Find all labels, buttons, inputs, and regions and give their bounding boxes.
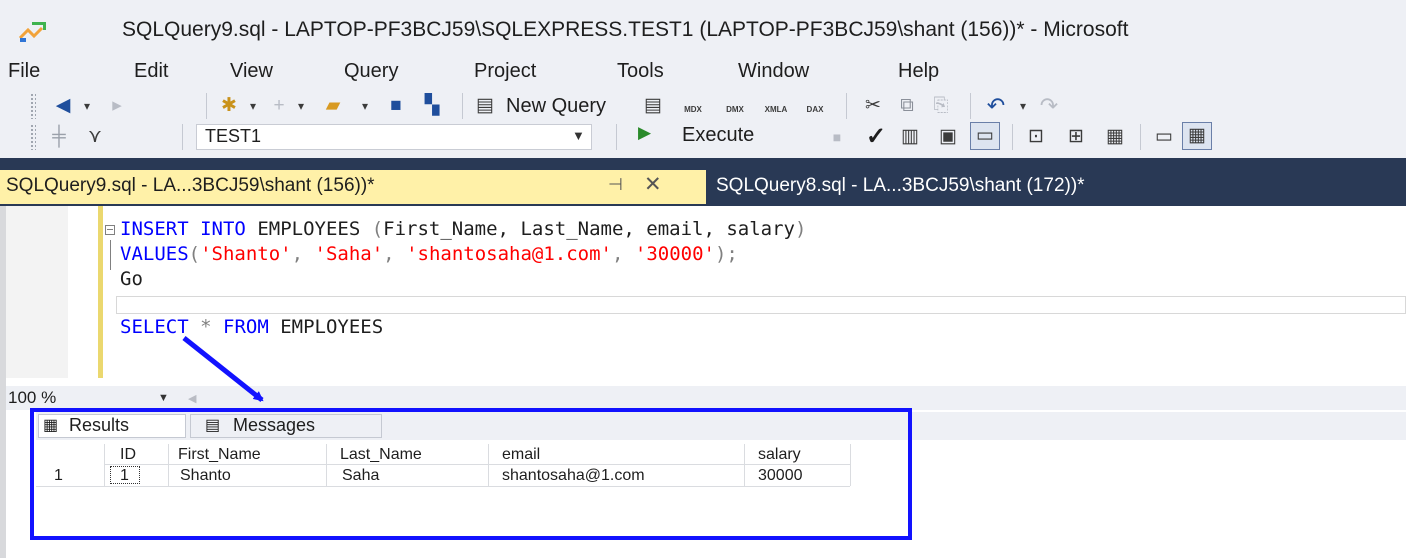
annotation-arrow <box>182 336 264 402</box>
arrow-line <box>182 336 264 402</box>
